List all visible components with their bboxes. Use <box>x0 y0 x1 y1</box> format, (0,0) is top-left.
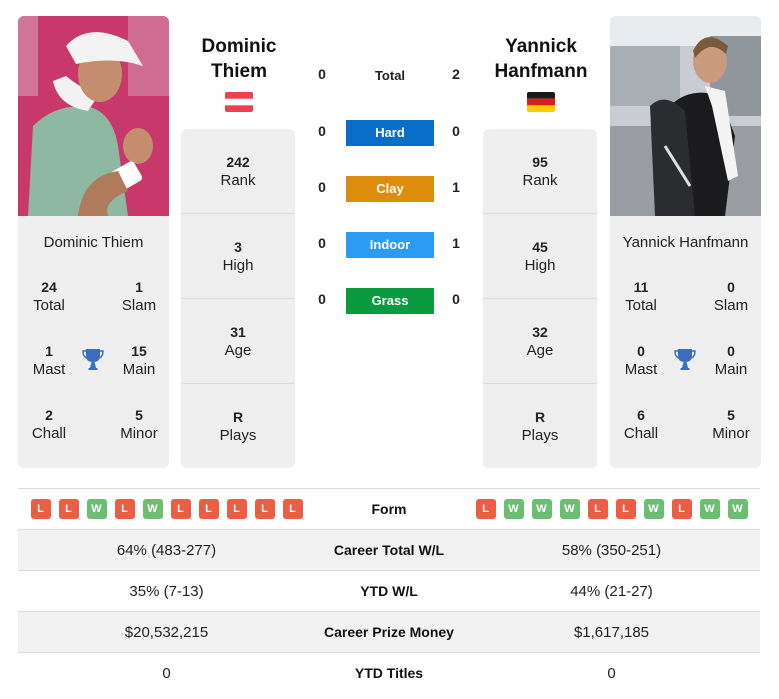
player2-career-wl: 58% (350-251) <box>561 541 662 559</box>
player1-rank: 242 Rank <box>181 129 295 214</box>
player1-full-name[interactable]: Dominic Thiem <box>18 234 169 251</box>
player2-profile-card: Yannick Hanfmann 11 Total 0 Slam 0 Mast … <box>610 216 761 468</box>
germany-flag-icon <box>527 92 555 112</box>
form-loss-badge[interactable]: L <box>254 499 275 519</box>
form-loss-badge[interactable]: L <box>615 499 636 519</box>
austria-flag-icon <box>225 92 253 112</box>
ytd-wl-label: YTD W/L <box>360 583 418 599</box>
player1-titles-minor: 5 Minor <box>120 407 158 442</box>
form-loss-badge[interactable]: L <box>58 499 79 519</box>
player2-titles-slam: 0 Slam <box>713 279 749 314</box>
ytd-titles-label: YTD Titles <box>354 665 424 681</box>
career-wl-row: 64% (483-277) Career Total W/L 58% (350-… <box>18 529 760 570</box>
player1-heading[interactable]: Dominic Thiem <box>179 34 299 84</box>
player1-prize-money: $20,532,215 <box>124 623 209 641</box>
h2h-grass-row: 0 Grass 0 <box>310 288 470 314</box>
form-win-badge[interactable]: W <box>503 499 524 519</box>
player2-stats: 95 Rank 45 High 32 Age R Plays <box>483 129 597 468</box>
player2-titles-chall: 6 Chall <box>623 407 659 442</box>
prize-money-row: $20,532,215 Career Prize Money $1,617,18… <box>18 611 760 652</box>
player1-high: 3 High <box>181 214 295 299</box>
trophy-icon <box>674 349 696 370</box>
player1-profile-card: Dominic Thiem 24 Total 1 Slam 1 Mast 15 … <box>18 216 169 468</box>
ytd-titles-row: 0 YTD Titles 0 <box>18 652 760 693</box>
form-loss-badge[interactable]: L <box>226 499 247 519</box>
player2-titles-minor: 5 Minor <box>712 407 750 442</box>
form-loss-badge[interactable]: L <box>114 499 135 519</box>
form-loss-badge[interactable]: L <box>30 499 51 519</box>
form-win-badge[interactable]: W <box>643 499 664 519</box>
player1-stats: 242 Rank 3 High 31 Age R Plays <box>181 129 295 468</box>
form-loss-badge[interactable]: L <box>475 499 496 519</box>
ytd-wl-row: 35% (7-13) YTD W/L 44% (21-27) <box>18 570 760 611</box>
player1-titles-main: 15 Main <box>122 343 156 378</box>
form-win-badge[interactable]: W <box>531 499 552 519</box>
form-label: Form <box>371 501 407 517</box>
player2-form: LWWWLLWLWW <box>463 499 760 519</box>
comparison-table: LLWLWLLLLL Form LWWWLLWLWW 64% (483-277)… <box>18 488 760 693</box>
player2-titles-total: 11 Total <box>625 279 657 314</box>
player1-titles-chall: 2 Chall <box>31 407 67 442</box>
form-win-badge[interactable]: W <box>559 499 580 519</box>
form-loss-badge[interactable]: L <box>587 499 608 519</box>
player1-plays: R Plays <box>219 409 257 444</box>
form-loss-badge[interactable]: L <box>282 499 303 519</box>
player2-prize-money: $1,617,185 <box>573 623 650 641</box>
h2h-indoor-row: 0 Indoor 1 <box>310 232 470 258</box>
player2-plays: R Plays <box>521 409 559 444</box>
surface-indoor-button[interactable]: Indoor <box>346 232 434 258</box>
career-wl-label: Career Total W/L <box>333 542 445 558</box>
player2-high: 45 High <box>483 214 597 299</box>
player1-titles-mast: 1 Mast <box>32 343 66 378</box>
form-loss-badge[interactable]: L <box>671 499 692 519</box>
surface-clay-button[interactable]: Clay <box>346 176 434 202</box>
player2-ytd-wl: 44% (21-27) <box>570 582 653 600</box>
surface-grass-button[interactable]: Grass <box>346 288 434 314</box>
form-win-badge[interactable]: W <box>86 499 107 519</box>
form-win-badge[interactable]: W <box>142 499 163 519</box>
player1-form: LLWLWLLLLL <box>18 499 315 519</box>
player1-titles-slam: 1 Slam <box>121 279 157 314</box>
form-loss-badge[interactable]: L <box>170 499 191 519</box>
player1-ytd-wl: 35% (7-13) <box>129 582 204 600</box>
prize-money-label: Career Prize Money <box>324 624 454 640</box>
form-win-badge[interactable]: W <box>727 499 748 519</box>
player1-ytd-titles: 0 <box>162 664 171 682</box>
form-loss-badge[interactable]: L <box>198 499 219 519</box>
player2-photo[interactable] <box>610 16 761 216</box>
player1-age: 31 Age <box>181 299 295 384</box>
player1-titles-total: 24 Total <box>33 279 65 314</box>
form-win-badge[interactable]: W <box>699 499 720 519</box>
player1-photo[interactable] <box>18 16 169 216</box>
h2h-hard-row: 0 Hard 0 <box>310 120 470 146</box>
surface-total-label: Total <box>374 68 406 83</box>
player2-ytd-titles: 0 <box>607 664 616 682</box>
player2-titles-main: 0 Main <box>714 343 748 378</box>
form-row: LLWLWLLLLL Form LWWWLLWLWW <box>18 488 760 529</box>
h2h-clay-row: 0 Clay 1 <box>310 176 470 202</box>
player2-full-name[interactable]: Yannick Hanfmann <box>610 234 761 251</box>
surface-hard-button[interactable]: Hard <box>346 120 434 146</box>
trophy-icon <box>82 349 104 370</box>
player2-age: 32 Age <box>483 299 597 384</box>
player2-titles-mast: 0 Mast <box>624 343 658 378</box>
player2-heading[interactable]: Yannick Hanfmann <box>481 34 601 84</box>
h2h-total-row: 0 Total 2 <box>310 63 470 89</box>
player1-career-wl: 64% (483-277) <box>116 541 217 559</box>
player2-rank: 95 Rank <box>483 129 597 214</box>
